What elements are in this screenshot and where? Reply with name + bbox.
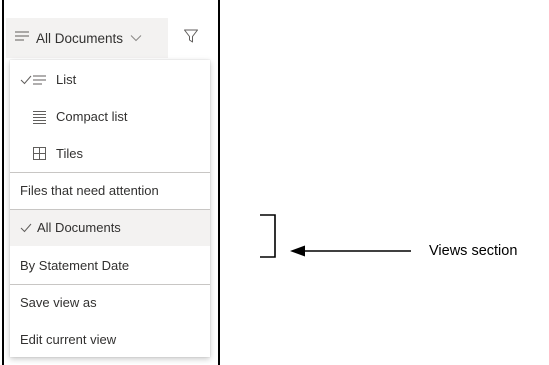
compact-list-icon: [33, 110, 47, 124]
filter-button[interactable]: [168, 18, 214, 58]
annotation-label: Views section: [429, 243, 518, 259]
menu-item-by-statement-date[interactable]: By Statement Date: [10, 248, 210, 284]
menu-item-label: Edit current view: [20, 332, 117, 347]
view-switcher-button[interactable]: All Documents: [6, 18, 168, 58]
menu-item-files-need-attention[interactable]: Files that need attention: [10, 173, 210, 209]
menu-item-label: Save view as: [20, 295, 97, 310]
checkmark-icon: [20, 73, 32, 87]
filter-icon: [183, 28, 199, 49]
list-icon: [33, 73, 47, 87]
menu-item-label: All Documents: [37, 220, 121, 235]
menu-item-tiles[interactable]: Tiles: [10, 136, 210, 172]
command-bar: All Documents: [6, 18, 214, 58]
annotation-bracket: [260, 214, 276, 258]
menu-item-label: List: [56, 72, 77, 87]
menu-item-label: Compact list: [56, 109, 128, 124]
checkmark-icon: [20, 221, 32, 235]
lines-icon: [14, 29, 30, 47]
tiles-icon: [33, 147, 47, 161]
menu-item-compact-list[interactable]: Compact list: [10, 99, 210, 135]
view-options-menu: List Compact list Tiles Files that need …: [10, 60, 210, 357]
view-switcher-label: All Documents: [36, 30, 124, 46]
menu-item-edit-current-view[interactable]: Edit current view: [10, 322, 210, 358]
menu-item-label: Files that need attention: [20, 183, 159, 198]
frame-right-border: [218, 0, 220, 365]
menu-item-save-view-as[interactable]: Save view as: [10, 285, 210, 321]
frame-left-border: [2, 0, 4, 365]
chevron-down-icon: [130, 34, 142, 42]
menu-item-label: Tiles: [56, 146, 83, 161]
annotation-arrow: [290, 245, 411, 257]
menu-item-label: By Statement Date: [20, 258, 130, 273]
menu-item-all-documents[interactable]: All Documents: [10, 210, 210, 246]
menu-item-list[interactable]: List: [10, 62, 210, 98]
